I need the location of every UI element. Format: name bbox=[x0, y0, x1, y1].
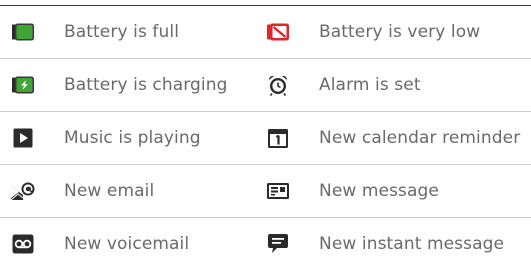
legend-row: New voicemail New instant message bbox=[0, 218, 531, 270]
legend-table: Battery is full Battery is very low Batt… bbox=[0, 5, 531, 270]
alarm-clock-icon bbox=[265, 72, 291, 98]
legend-label: New voicemail bbox=[64, 234, 190, 254]
legend-row: Music is playing New calendar reminder bbox=[0, 112, 531, 165]
legend-row: Battery is full Battery is very low bbox=[0, 6, 531, 59]
legend-label: New calendar reminder bbox=[319, 128, 521, 148]
battery-full-icon bbox=[10, 19, 36, 45]
message-icon bbox=[265, 178, 291, 204]
legend-item: New message bbox=[265, 178, 531, 204]
legend-row: New email New message bbox=[0, 165, 531, 218]
legend-label: Battery is very low bbox=[319, 22, 481, 42]
legend-label: New instant message bbox=[319, 234, 505, 254]
legend-item: New voicemail bbox=[0, 231, 265, 257]
calendar-icon bbox=[265, 125, 291, 151]
legend-item: Battery is charging bbox=[0, 72, 265, 98]
legend-label: New email bbox=[64, 181, 155, 201]
battery-very-low-icon bbox=[265, 19, 291, 45]
music-play-icon bbox=[10, 125, 36, 151]
legend-label: Battery is charging bbox=[64, 75, 228, 95]
legend-item: New instant message bbox=[265, 231, 531, 257]
legend-item: Battery is full bbox=[0, 19, 265, 45]
voicemail-icon bbox=[10, 231, 36, 257]
legend-row: Battery is charging Alarm is set bbox=[0, 59, 531, 112]
battery-charging-icon bbox=[10, 72, 36, 98]
legend-label: Alarm is set bbox=[319, 75, 421, 95]
legend-item: Battery is very low bbox=[265, 19, 531, 45]
email-icon bbox=[10, 178, 36, 204]
legend-item: New email bbox=[0, 178, 265, 204]
instant-message-icon bbox=[265, 231, 291, 257]
status-icon-legend: Battery is full Battery is very low Batt… bbox=[0, 0, 531, 267]
legend-item: Alarm is set bbox=[265, 72, 531, 98]
legend-item: New calendar reminder bbox=[265, 125, 531, 151]
legend-label: Battery is full bbox=[64, 22, 180, 42]
legend-item: Music is playing bbox=[0, 125, 265, 151]
legend-label: Music is playing bbox=[64, 128, 201, 148]
legend-label: New message bbox=[319, 181, 439, 201]
